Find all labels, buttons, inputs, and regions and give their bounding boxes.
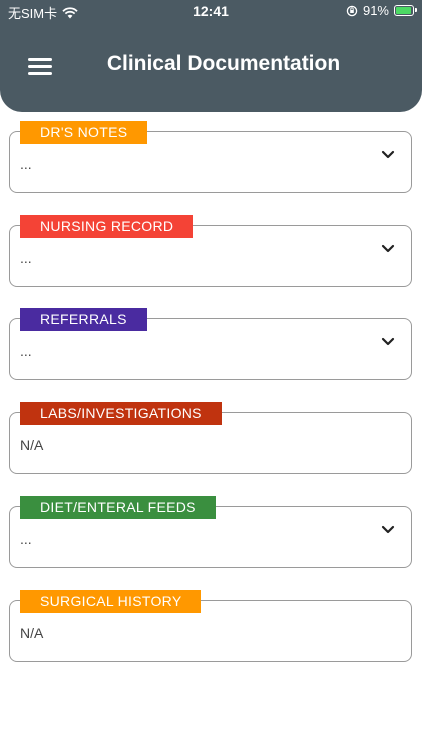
section-label: NURSING RECORD [20,215,194,238]
section-value: ... [20,156,32,172]
chevron-down-icon[interactable] [381,244,395,254]
section-card[interactable]: DR'S NOTES... [9,121,412,193]
status-bar: 无SIM卡 12:41 91% [0,0,422,22]
section-label: SURGICAL HISTORY [20,590,202,613]
section-value: ... [20,250,32,266]
chevron-down-icon[interactable] [381,150,395,160]
chevron-down-icon[interactable] [381,525,395,535]
section-label: DR'S NOTES [20,121,148,144]
section-card[interactable]: DIET/ENTERAL FEEDS... [9,496,412,568]
section-card: SURGICAL HISTORY N/A [9,590,412,662]
section-label: REFERRALS [20,308,147,331]
section-card[interactable]: REFERRALS... [9,308,412,380]
page-title: Clinical Documentation [106,52,341,75]
section-value: ... [20,531,32,547]
section-value: N/A [20,625,44,641]
section-value: N/A [20,437,44,453]
battery-icon [394,5,417,16]
section-card: LABS/INVESTIGATIONS N/A [9,402,412,474]
section-label: DIET/ENTERAL FEEDS [20,496,216,519]
battery-percent: 91% [362,3,389,18]
chevron-down-icon[interactable] [381,337,395,347]
section-card[interactable]: NURSING RECORD... [9,215,412,287]
orientation-lock-icon [346,5,358,16]
battery-level [396,7,411,14]
section-label: LABS/INVESTIGATIONS [20,402,222,425]
section-value: ... [20,343,32,359]
